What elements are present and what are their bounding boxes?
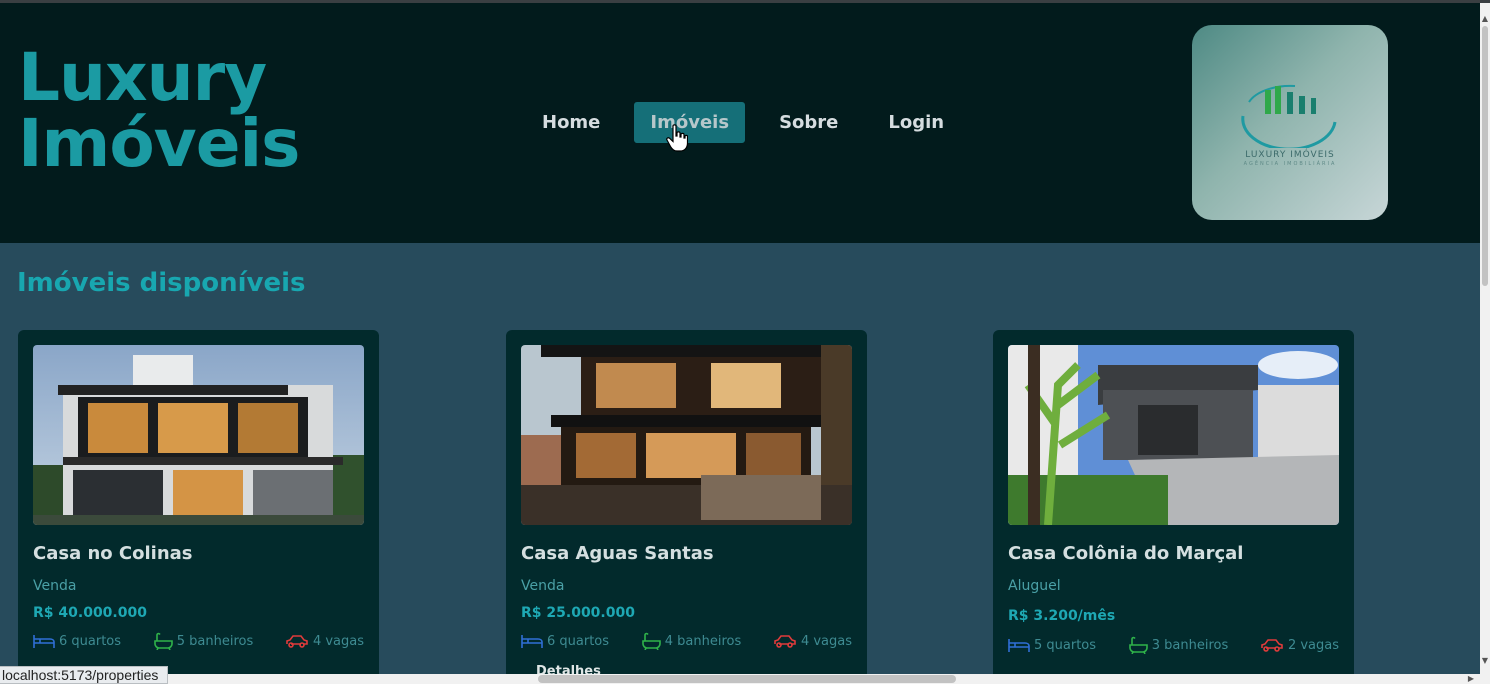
rooms-feature: 6 quartos xyxy=(521,633,609,649)
baths-label: 4 banheiros xyxy=(664,633,742,649)
brand-line-2: Imóveis xyxy=(18,105,300,182)
horizontal-scrollbar-thumb[interactable] xyxy=(538,675,956,683)
property-features: 6 quartos 4 banheiros 4 vagas xyxy=(521,632,852,650)
property-photo[interactable] xyxy=(1008,345,1339,525)
nav-home[interactable]: Home xyxy=(526,102,616,143)
rooms-feature: 5 quartos xyxy=(1008,637,1096,653)
property-price: R$ 40.000.000 xyxy=(33,605,147,621)
car-icon xyxy=(1261,639,1283,652)
baths-label: 5 banheiros xyxy=(176,633,254,649)
property-type: Aluguel xyxy=(1008,578,1061,594)
rooms-label: 5 quartos xyxy=(1034,637,1097,653)
parking-label: 2 vagas xyxy=(1287,637,1339,653)
brand-logo-text[interactable]: Luxury Imóveis xyxy=(18,39,300,182)
scroll-down-arrow-icon[interactable]: ▼ xyxy=(1480,656,1490,666)
baths-feature: 3 banheiros xyxy=(1128,636,1229,654)
baths-feature: 5 banheiros xyxy=(153,632,254,650)
section-title: Imóveis disponíveis xyxy=(17,268,306,298)
building-logo-icon xyxy=(1241,84,1337,148)
rooms-label: 6 quartos xyxy=(547,633,610,649)
nav-login[interactable]: Login xyxy=(872,102,960,143)
bed-icon xyxy=(33,635,55,648)
nav-sobre[interactable]: Sobre xyxy=(763,102,854,143)
property-title: Casa Aguas Santas xyxy=(521,543,714,564)
baths-label: 3 banheiros xyxy=(1151,637,1229,653)
car-icon xyxy=(286,635,308,648)
company-logo: LUXURY IMÓVEIS AGÊNCIA IMOBILIÁRIA xyxy=(1192,25,1388,220)
property-features: 5 quartos 3 banheiros 2 vagas xyxy=(1008,636,1339,654)
property-title: Casa Colônia do Marçal xyxy=(1008,543,1244,564)
property-title: Casa no Colinas xyxy=(33,543,193,564)
parking-label: 4 vagas xyxy=(800,633,852,649)
hand-cursor-icon xyxy=(666,124,688,152)
main-nav: Home Imóveis Sobre Login xyxy=(526,102,978,143)
brand-line-1: Luxury xyxy=(18,39,267,116)
baths-feature: 4 banheiros xyxy=(641,632,742,650)
rooms-label: 6 quartos xyxy=(59,633,122,649)
property-type: Venda xyxy=(33,578,77,594)
parking-feature: 4 vagas xyxy=(773,633,852,649)
property-photo[interactable] xyxy=(33,345,364,525)
scroll-up-arrow-icon[interactable]: ▲ xyxy=(1480,14,1490,24)
bed-icon xyxy=(521,635,543,648)
property-photo[interactable] xyxy=(521,345,852,525)
rooms-feature: 6 quartos xyxy=(33,633,121,649)
bathtub-icon xyxy=(153,632,173,650)
logo-text: LUXURY IMÓVEIS xyxy=(1245,150,1335,160)
bathtub-icon xyxy=(1128,636,1148,654)
parking-feature: 4 vagas xyxy=(285,633,364,649)
car-icon xyxy=(774,635,796,648)
logo-subtext: AGÊNCIA IMOBILIÁRIA xyxy=(1243,161,1337,167)
bathtub-icon xyxy=(641,632,661,650)
property-features: 6 quartos 5 banheiros 4 vagas xyxy=(33,632,364,650)
site-header: Luxury Imóveis Home Imóveis Sobre Login … xyxy=(0,3,1480,243)
nav-imoveis[interactable]: Imóveis xyxy=(634,102,746,143)
vertical-scrollbar-thumb[interactable] xyxy=(1482,26,1488,286)
property-card[interactable]: Casa no Colinas Venda R$ 40.000.000 6 qu… xyxy=(18,330,379,684)
parking-feature: 2 vagas xyxy=(1260,637,1339,653)
scroll-right-arrow-icon[interactable]: ▶ xyxy=(1466,674,1476,684)
property-price: R$ 25.000.000 xyxy=(521,605,635,621)
property-card[interactable]: Casa Aguas Santas Venda R$ 25.000.000 6 … xyxy=(506,330,867,684)
parking-label: 4 vagas xyxy=(312,633,364,649)
bed-icon xyxy=(1008,639,1030,652)
link-status-bar: localhost:5173/properties xyxy=(0,666,168,684)
property-card[interactable]: Casa Colônia do Marçal Aluguel R$ 3.200/… xyxy=(993,330,1354,684)
property-type: Venda xyxy=(521,578,565,594)
property-price: R$ 3.200/mês xyxy=(1008,608,1116,624)
